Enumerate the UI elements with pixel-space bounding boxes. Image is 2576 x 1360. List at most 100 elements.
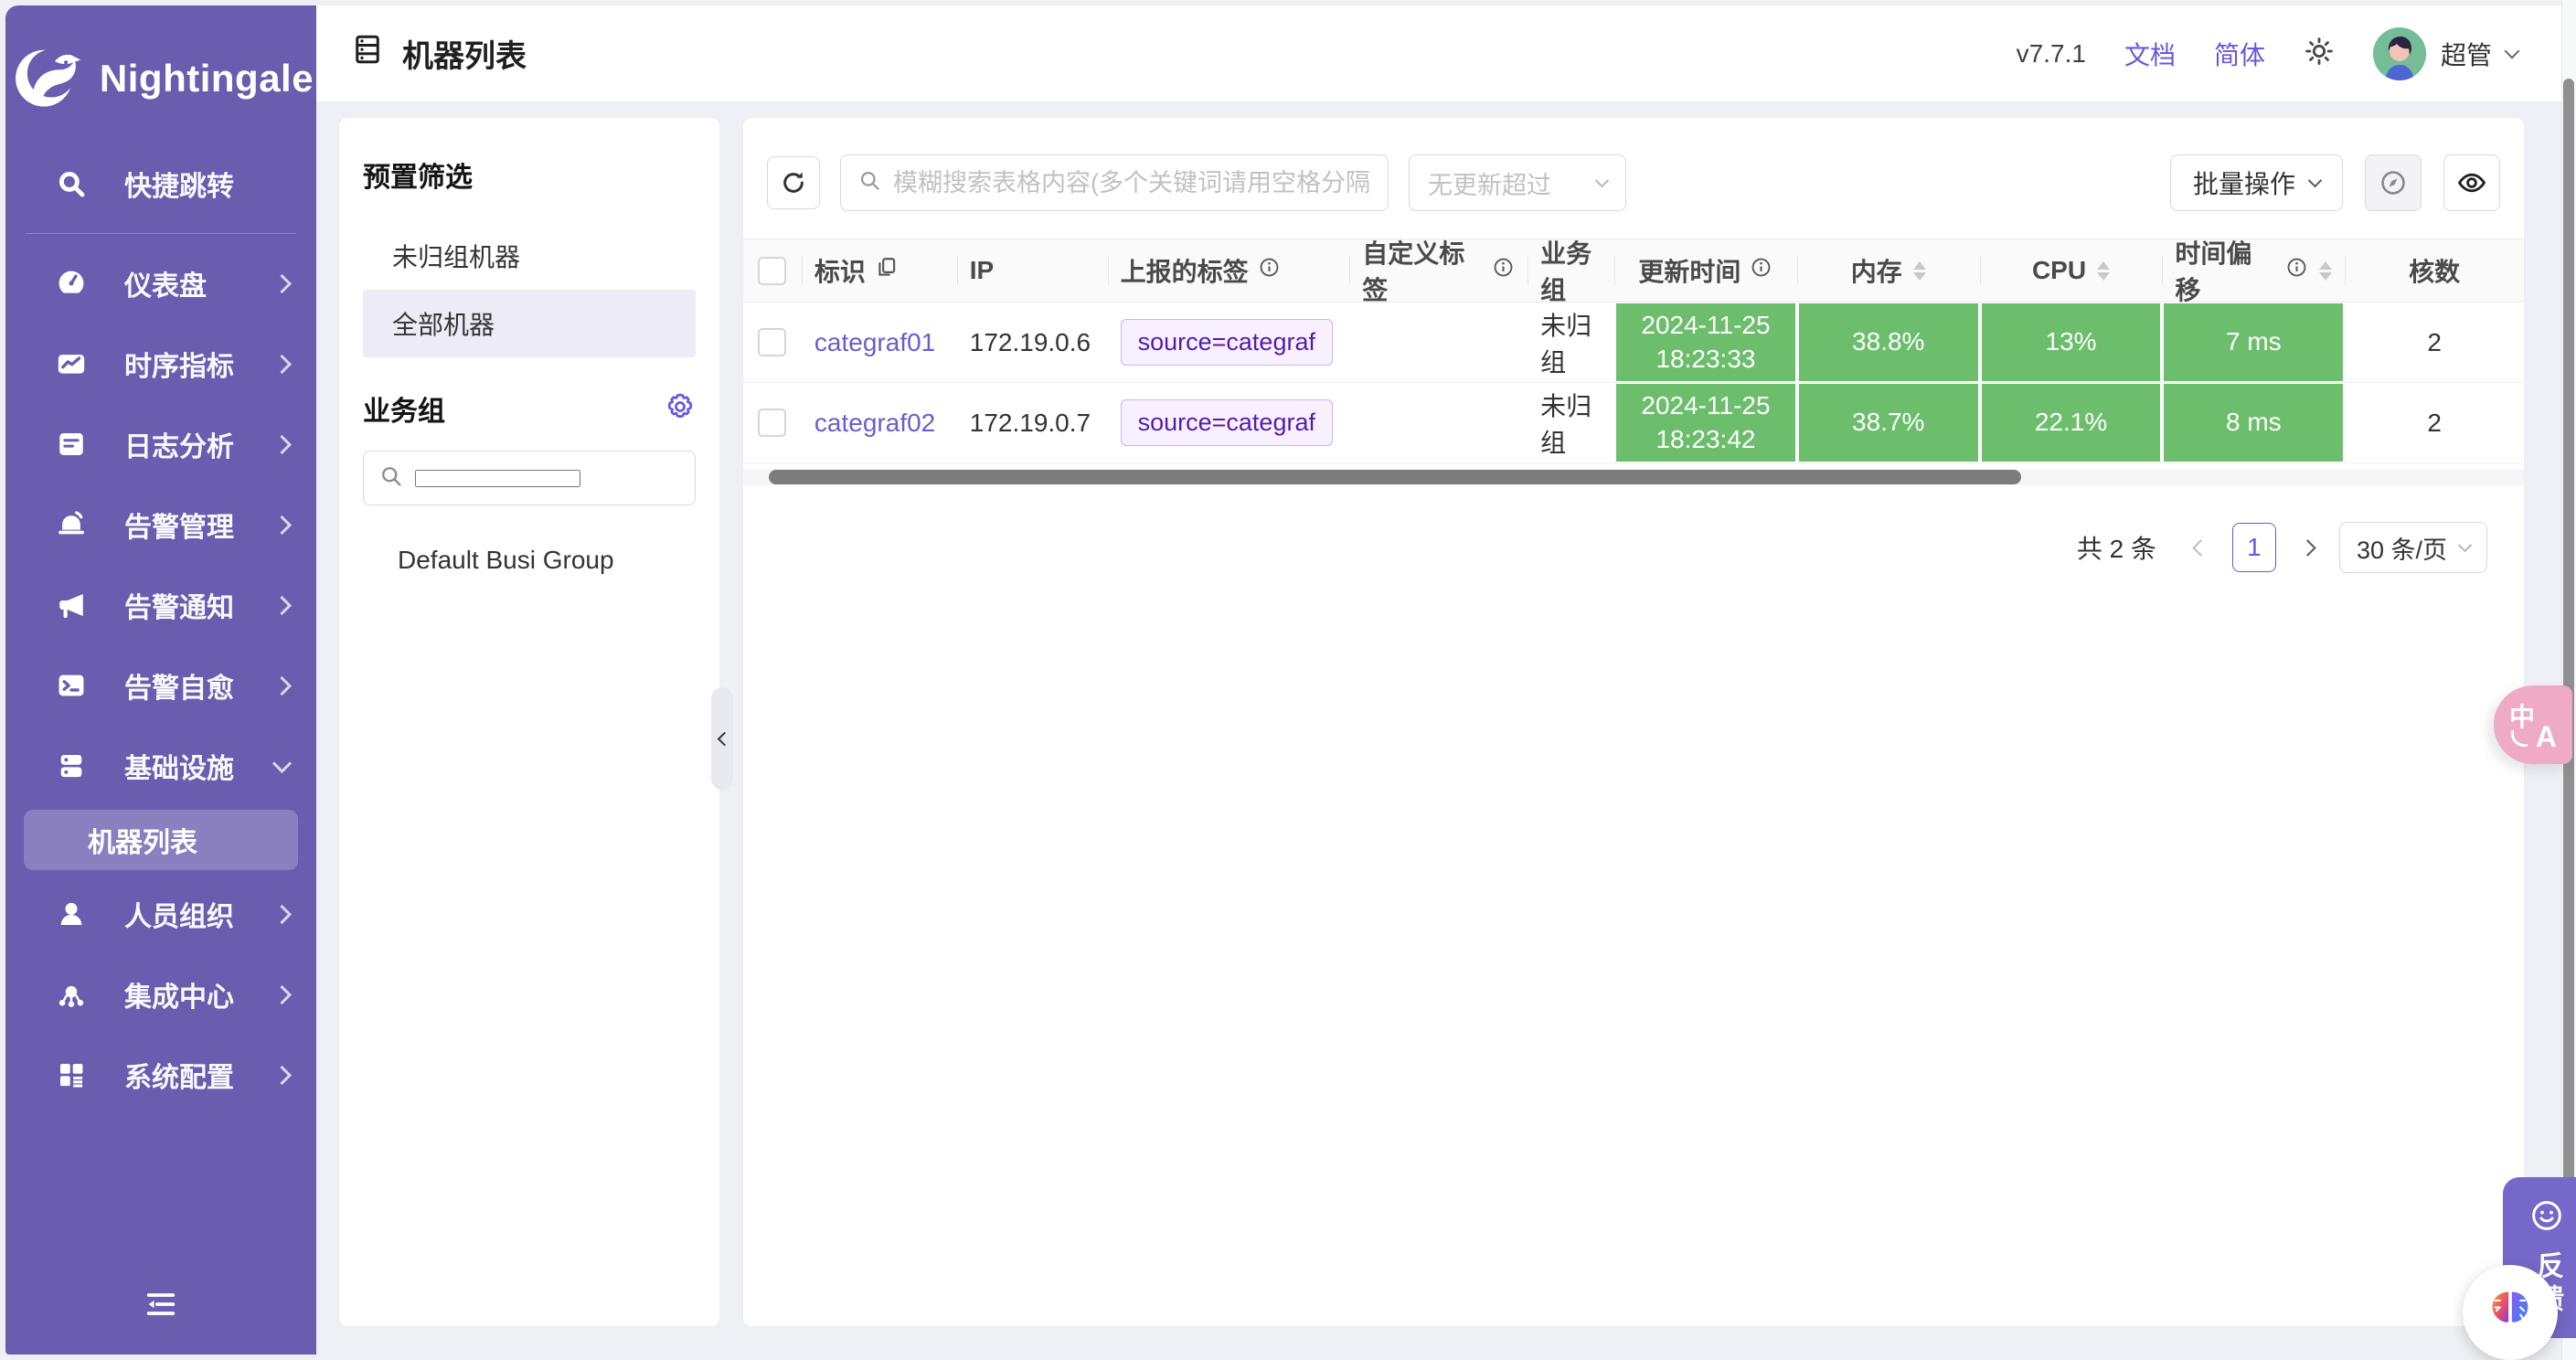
chevron-down-icon bbox=[2505, 43, 2520, 58]
sidebar-collapse-button[interactable] bbox=[5, 1262, 316, 1355]
info-icon[interactable] bbox=[1258, 256, 1281, 285]
chevron-right-icon bbox=[272, 515, 292, 534]
chevron-down-icon bbox=[272, 753, 292, 772]
sort-control[interactable] bbox=[2097, 261, 2110, 281]
sidebar-item-machine-list[interactable]: 机器列表 bbox=[24, 810, 298, 870]
chevron-right-icon bbox=[272, 984, 292, 1004]
memory-cell: 38.7% bbox=[1799, 384, 1978, 462]
search-icon bbox=[53, 165, 90, 202]
preset-item-all-machines[interactable]: 全部机器 bbox=[363, 290, 696, 357]
preset-item-ungrouped[interactable]: 未归组机器 bbox=[363, 222, 696, 290]
chevron-down-icon bbox=[2308, 174, 2323, 188]
update-time-cell: 2024-11-2518:23:33 bbox=[1616, 303, 1795, 381]
explore-button[interactable] bbox=[2365, 154, 2422, 211]
theme-sun-icon[interactable] bbox=[2304, 36, 2335, 71]
prev-page-button[interactable] bbox=[2192, 539, 2209, 556]
column-visibility-button[interactable] bbox=[2443, 154, 2500, 211]
tag-pill[interactable]: source=categraf bbox=[1121, 399, 1333, 446]
sidebar-item-label: 时序指标 bbox=[124, 344, 234, 384]
horizontal-scrollbar bbox=[743, 469, 2524, 485]
refresh-button[interactable] bbox=[767, 156, 820, 209]
sidebar-item-metrics[interactable]: 时序指标 bbox=[5, 324, 316, 404]
pagination: 共 2 条 1 30 条/页 bbox=[780, 522, 2487, 573]
select-all-checkbox[interactable] bbox=[758, 257, 786, 285]
translate-icon: 中 A bbox=[2509, 701, 2557, 749]
sidebar-item-label: 人员组织 bbox=[124, 894, 234, 934]
line-chart-icon bbox=[53, 345, 90, 382]
busi-group-search[interactable] bbox=[363, 451, 696, 505]
ident-link[interactable]: categraf02 bbox=[814, 409, 935, 438]
busi-group-item[interactable]: Default Busi Group bbox=[363, 529, 696, 591]
table-row: categraf01 172.19.0.6 source=categraf 未归… bbox=[743, 303, 2524, 383]
ident-link[interactable]: categraf01 bbox=[814, 328, 935, 357]
sidebar-item-alert-mgmt[interactable]: 告警管理 bbox=[5, 484, 316, 565]
language-link[interactable]: 简体 bbox=[2214, 36, 2265, 72]
tag-pill[interactable]: source=categraf bbox=[1121, 319, 1333, 366]
gear-icon[interactable] bbox=[665, 391, 696, 427]
chevron-right-icon bbox=[272, 595, 292, 614]
sidebar-item-infrastructure[interactable]: 基础设施 bbox=[5, 726, 316, 806]
search-icon bbox=[378, 463, 404, 494]
sidebar-item-alert-notify[interactable]: 告警通知 bbox=[5, 565, 316, 645]
docs-link[interactable]: 文档 bbox=[2124, 36, 2176, 72]
vertical-scrollbar bbox=[2561, 0, 2576, 1360]
sort-control[interactable] bbox=[2319, 261, 2332, 281]
brain-icon bbox=[2483, 1285, 2538, 1340]
sort-control[interactable] bbox=[1913, 261, 1926, 281]
sidebar-item-label: 告警通知 bbox=[124, 585, 234, 625]
app-logo[interactable]: Nightingale bbox=[5, 5, 316, 143]
chevron-right-icon bbox=[272, 904, 292, 923]
chevron-right-icon bbox=[272, 434, 292, 453]
megaphone-icon bbox=[53, 587, 90, 623]
sidebar-item-label: 基础设施 bbox=[124, 746, 234, 786]
brand-name: Nightingale bbox=[100, 57, 314, 101]
update-time-cell: 2024-11-2518:23:42 bbox=[1616, 384, 1795, 462]
row-checkbox[interactable] bbox=[758, 328, 786, 356]
time-offset-cell: 7 ms bbox=[2164, 303, 2343, 381]
no-update-filter-select[interactable]: 无更新超过 bbox=[1409, 154, 1626, 211]
translate-floating-button[interactable]: 中 A bbox=[2494, 685, 2572, 764]
refresh-icon bbox=[780, 169, 807, 197]
version-label: v7.7.1 bbox=[2017, 39, 2086, 69]
ai-assistant-button[interactable] bbox=[2463, 1265, 2558, 1360]
next-page-button[interactable] bbox=[2299, 539, 2315, 556]
machine-list-panel: 无更新超过 批量操作 标识 IP 上报的标签 自定义标签 业务组 更新时间 bbox=[742, 117, 2525, 1327]
sidebar-item-label: 告警自愈 bbox=[124, 665, 234, 706]
chevron-down-icon bbox=[2458, 538, 2473, 553]
chevron-right-icon bbox=[272, 273, 292, 292]
smiley-icon bbox=[2528, 1197, 2565, 1238]
sidebar-item-label: 系统配置 bbox=[124, 1055, 234, 1095]
sidebar-item-people-org[interactable]: 人员组织 bbox=[5, 874, 316, 954]
chevron-right-icon bbox=[272, 675, 292, 695]
eye-icon bbox=[2456, 167, 2487, 198]
batch-operations-button[interactable]: 批量操作 bbox=[2170, 154, 2343, 211]
panel-collapse-handle[interactable] bbox=[711, 687, 733, 790]
chevron-right-icon bbox=[272, 1065, 292, 1084]
memory-cell: 38.8% bbox=[1799, 303, 1978, 381]
info-icon[interactable] bbox=[1492, 256, 1515, 285]
sidebar-item-quick-jump[interactable]: 快捷跳转 bbox=[5, 143, 316, 224]
page-number-button[interactable]: 1 bbox=[2232, 523, 2276, 572]
copy-icon[interactable] bbox=[875, 256, 899, 286]
sidebar-item-label: 告警管理 bbox=[124, 505, 234, 545]
info-icon[interactable] bbox=[2285, 256, 2308, 285]
sidebar-item-label: 仪表盘 bbox=[124, 263, 207, 303]
sidebar-item-dashboard[interactable]: 仪表盘 bbox=[5, 243, 316, 324]
page-size-select[interactable]: 30 条/页 bbox=[2339, 522, 2487, 573]
cpu-cell: 13% bbox=[1982, 303, 2161, 381]
sidebar-item-system-config[interactable]: 系统配置 bbox=[5, 1035, 316, 1115]
horizontal-scrollbar-thumb[interactable] bbox=[769, 470, 2021, 484]
table-search-input[interactable] bbox=[893, 169, 1371, 197]
sidebar: Nightingale 快捷跳转 仪表盘 时序指标 日志分析 告警管理 bbox=[5, 5, 316, 1355]
preset-filter-title: 预置筛选 bbox=[363, 154, 696, 195]
chevron-down-icon bbox=[1595, 174, 1610, 188]
user-menu[interactable]: 超管 bbox=[2373, 27, 2517, 80]
busi-group-search-input[interactable] bbox=[415, 470, 580, 487]
info-icon[interactable] bbox=[1750, 256, 1772, 285]
sidebar-item-self-healing[interactable]: 告警自愈 bbox=[5, 645, 316, 726]
row-checkbox[interactable] bbox=[758, 409, 786, 437]
menu-fold-icon bbox=[143, 1286, 179, 1327]
sidebar-item-integration[interactable]: 集成中心 bbox=[5, 954, 316, 1035]
sidebar-item-logs[interactable]: 日志分析 bbox=[5, 404, 316, 484]
filter-panel: 预置筛选 未归组机器 全部机器 业务组 Default Busi Group bbox=[338, 117, 720, 1327]
